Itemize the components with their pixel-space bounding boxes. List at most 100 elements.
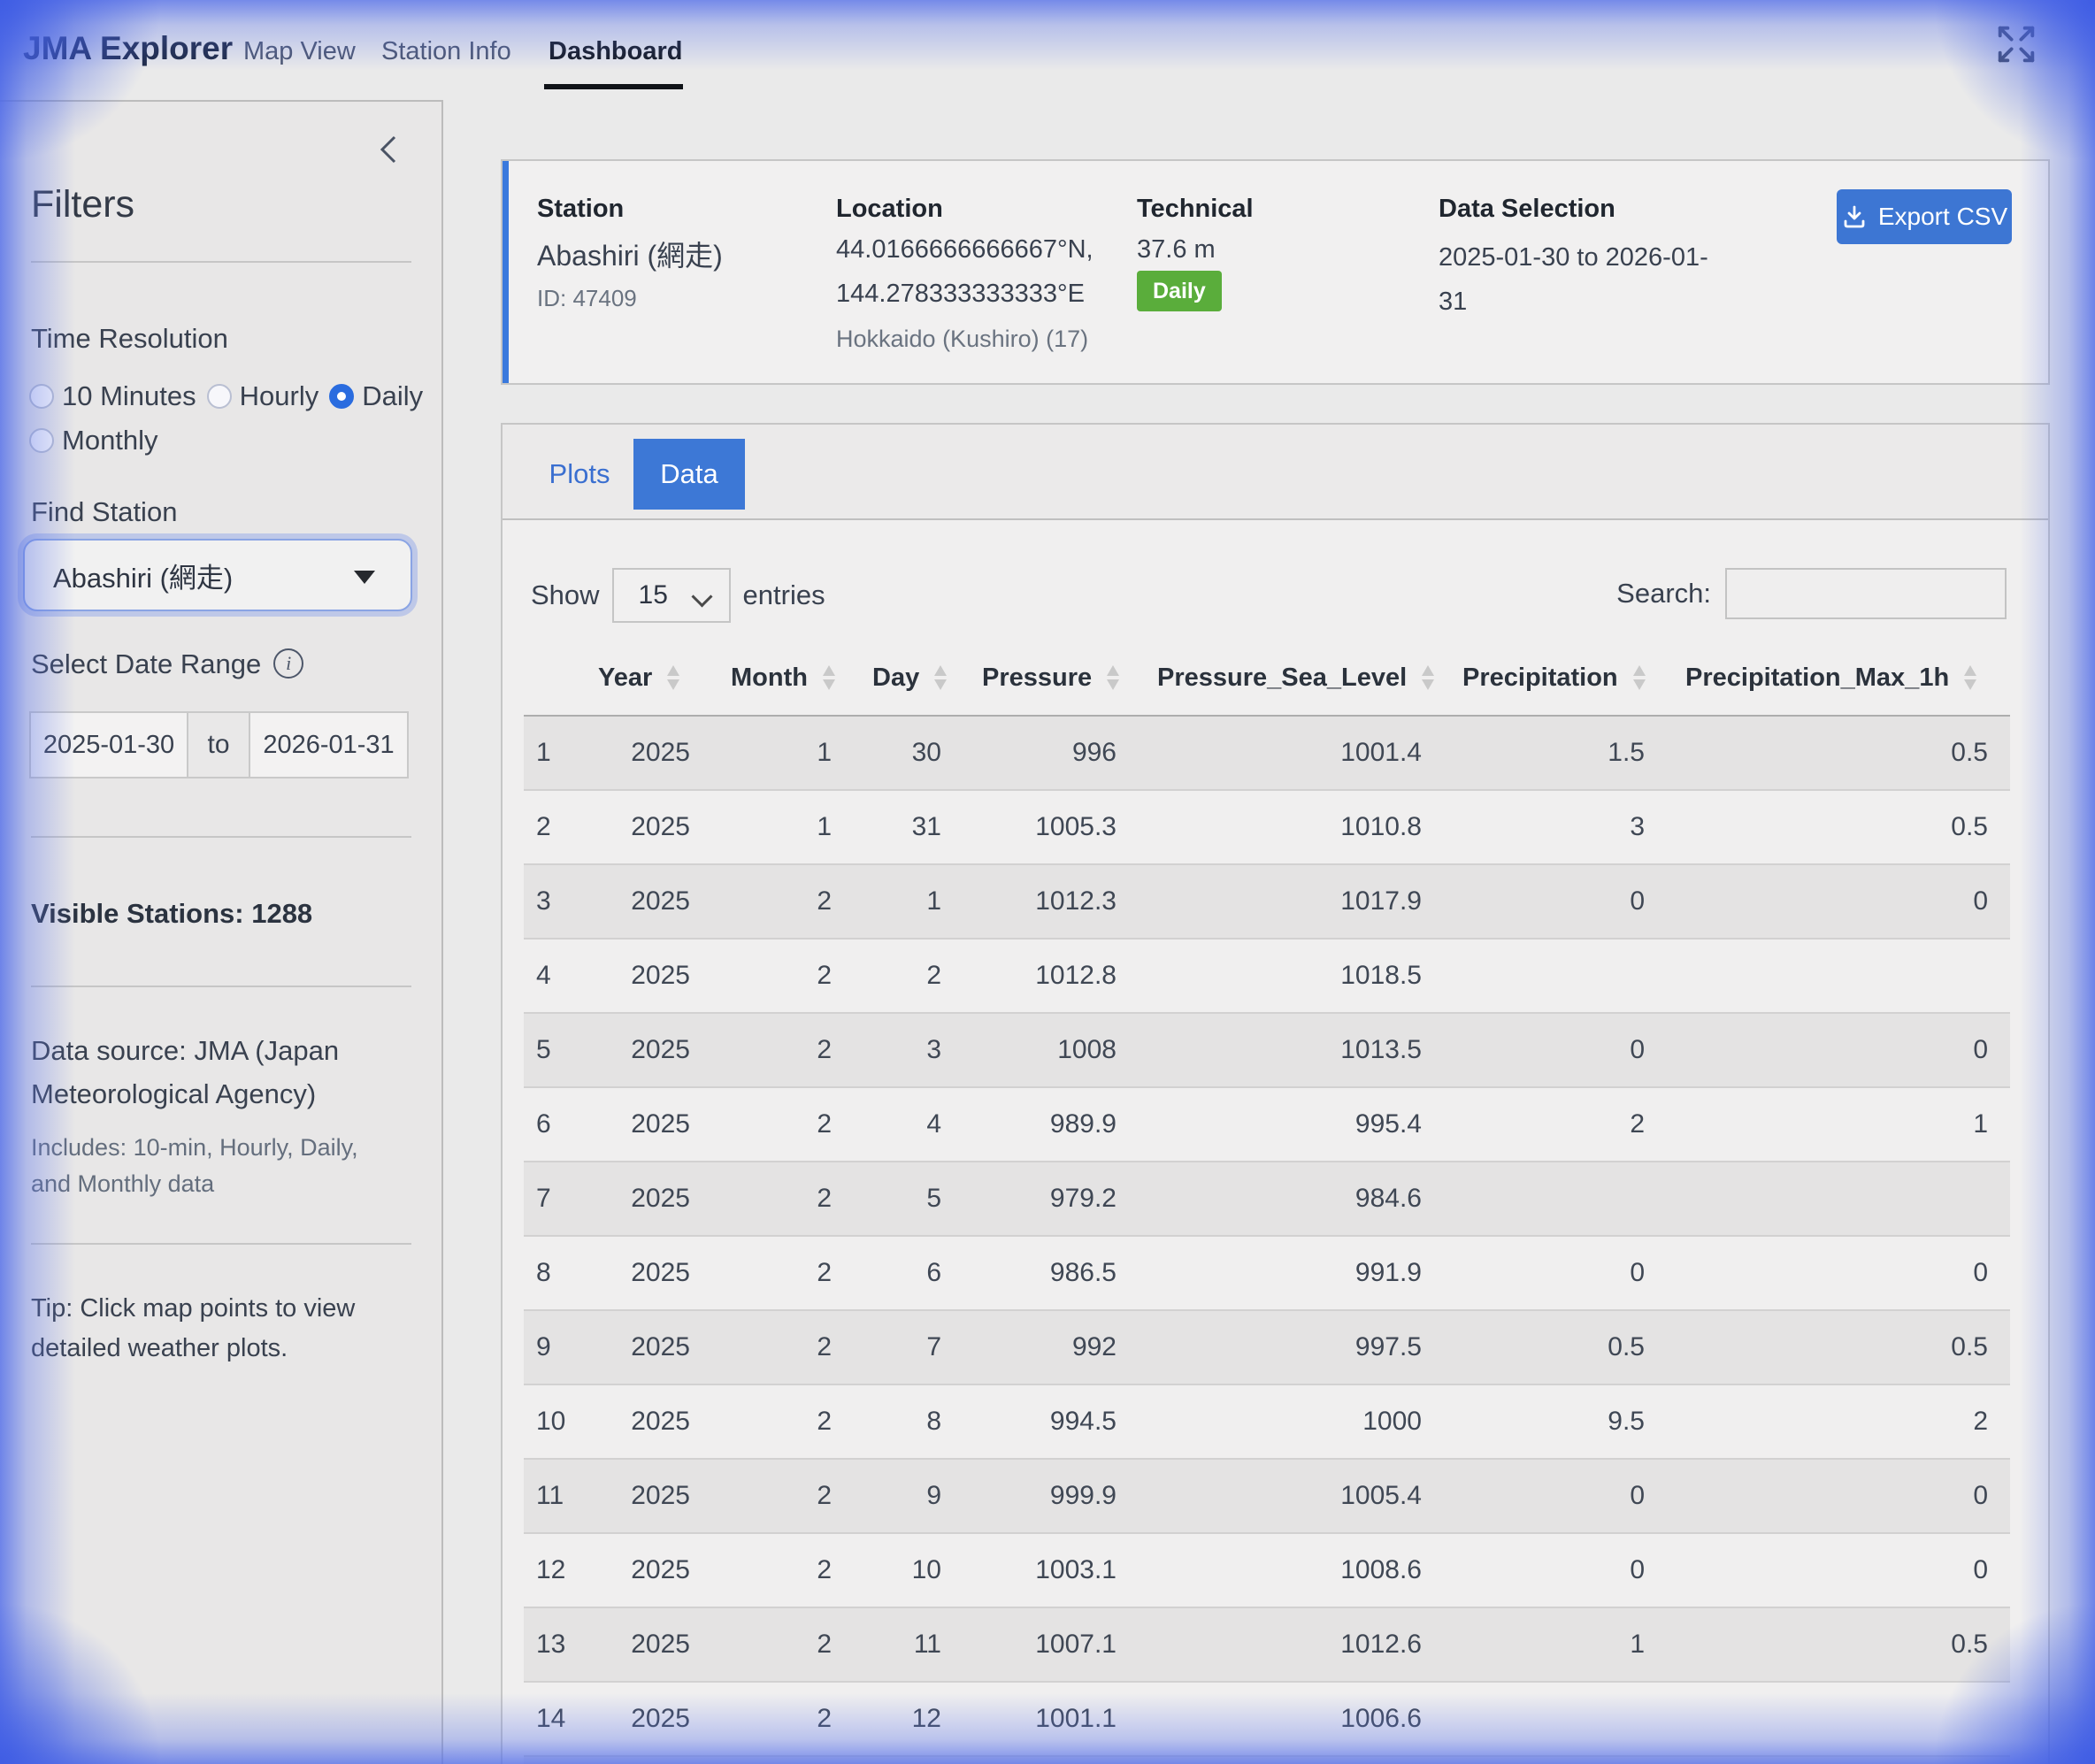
sort-icon — [1421, 663, 1435, 693]
info-icon[interactable]: i — [273, 648, 303, 679]
chevron-down-icon — [691, 586, 712, 607]
data-cell: 2 — [711, 1162, 853, 1236]
data-cell: 989.9 — [963, 1087, 1138, 1162]
data-cell-clipped — [2009, 790, 2010, 864]
data-cell: 2025 — [579, 1087, 711, 1162]
data-cell: 992 — [963, 1310, 1138, 1384]
tip-text: Tip: Click map points to view detailed w… — [31, 1289, 358, 1369]
data-cell: 979.2 — [963, 1162, 1138, 1236]
table-body: 120251309961001.41.50.5220251311005.3101… — [524, 716, 2010, 1764]
divider — [31, 261, 411, 263]
col-header-month[interactable]: Month — [711, 640, 853, 716]
col-header-clipped[interactable]: P — [2009, 640, 2010, 716]
col-header-pressure[interactable]: Pressure — [963, 640, 1138, 716]
col-header-year[interactable]: Year — [579, 640, 711, 716]
data-cell: 2025 — [579, 1533, 711, 1607]
col-header-precipitation[interactable]: Precipitation — [1443, 640, 1666, 716]
col-header-pressure-sea-level[interactable]: Pressure_Sea_Level — [1138, 640, 1443, 716]
data-cell — [1666, 1682, 2009, 1756]
fullscreen-icon[interactable] — [1991, 19, 2041, 69]
data-source-note: Includes: 10-min, Hourly, Daily, and Mon… — [31, 1130, 376, 1202]
data-cell: 2 — [711, 939, 853, 1013]
table-row: 10202528994.510009.52 — [524, 1384, 2010, 1459]
nav-link-dashboard[interactable]: Dashboard — [549, 37, 682, 66]
data-cell-clipped — [2009, 716, 2010, 790]
data-cell — [1443, 1682, 1666, 1756]
filters-sidebar: Filters Time Resolution 10 Minutes Hourl… — [0, 100, 443, 1764]
data-table: Year Month Day Pressure Pressure_Sea_Lev… — [524, 640, 2010, 1764]
data-cell: 997.5 — [1138, 1310, 1443, 1384]
table-row: 1320252111007.11012.610.5 — [524, 1607, 2010, 1682]
data-cell: 0 — [1443, 1459, 1666, 1533]
app-root: JMA Explorer Map View Station Info Dashb… — [0, 0, 2095, 1764]
data-cell: 11 — [853, 1607, 963, 1682]
data-cell: 3 — [853, 1013, 963, 1087]
radio-10-minutes[interactable]: 10 Minutes — [29, 380, 196, 412]
tab-plots[interactable]: Plots — [526, 439, 633, 510]
table-row: 42025221012.81018.5 — [524, 939, 2010, 1013]
data-cell: 2025 — [579, 939, 711, 1013]
technical-label: Technical — [1137, 195, 1254, 224]
radio-daily[interactable]: Daily — [329, 380, 423, 412]
row-index-cell: 12 — [524, 1533, 579, 1607]
data-selection-label: Data Selection — [1439, 195, 1615, 224]
nav-link-station-info[interactable]: Station Info — [381, 37, 511, 66]
app-title: JMA Explorer — [23, 30, 233, 67]
col-header-precipitation-max-1h[interactable]: Precipitation_Max_1h — [1666, 640, 2009, 716]
page-length-select[interactable]: 15 — [612, 568, 731, 623]
row-index-cell: 9 — [524, 1310, 579, 1384]
row-index-cell: 14 — [524, 1682, 579, 1756]
data-cell: 2 — [711, 1013, 853, 1087]
export-csv-button[interactable]: Export CSV — [1837, 189, 2012, 244]
data-cell: 0.5 — [1666, 716, 2009, 790]
radio-circle-icon — [329, 384, 354, 409]
data-cell: 7 — [853, 1310, 963, 1384]
data-cell: 2 — [711, 1384, 853, 1459]
data-cell: 0 — [1443, 1236, 1666, 1310]
data-cell: 1.5 — [1443, 716, 1666, 790]
radio-circle-icon — [29, 428, 54, 453]
table-row: 152025213991.3996.70.50.5 — [524, 1756, 2010, 1764]
row-index-cell: 6 — [524, 1087, 579, 1162]
data-cell: 2025 — [579, 864, 711, 939]
data-cell: 12 — [853, 1682, 963, 1756]
data-cell: 1012.3 — [963, 864, 1138, 939]
search-input[interactable] — [1725, 568, 2007, 619]
location-lat: 44.0166666666667°N, — [836, 235, 1094, 265]
tab-data[interactable]: Data — [633, 439, 745, 510]
sidebar-title: Filters — [31, 183, 134, 226]
data-cell: 0.5 — [1666, 1607, 2009, 1682]
data-cell: 1018.5 — [1138, 939, 1443, 1013]
radio-hourly[interactable]: Hourly — [207, 380, 319, 412]
data-cell: 0.5 — [1443, 1310, 1666, 1384]
data-cell: 2 — [711, 1087, 853, 1162]
station-dropdown[interactable]: Abashiri (網走) — [23, 539, 412, 611]
data-cell — [1666, 939, 2009, 1013]
sidebar-collapse-icon[interactable] — [372, 130, 407, 169]
data-cell-clipped — [2009, 939, 2010, 1013]
data-cell: 1001.4 — [1138, 716, 1443, 790]
data-cell-clipped — [2009, 1236, 2010, 1310]
row-index-cell: 15 — [524, 1756, 579, 1764]
col-header-day[interactable]: Day — [853, 640, 963, 716]
card-accent-bar — [503, 161, 509, 383]
export-csv-label: Export CSV — [1878, 203, 2007, 231]
data-cell: 2025 — [579, 716, 711, 790]
sort-icon — [822, 663, 836, 693]
data-cell: 2 — [711, 1533, 853, 1607]
location-lon: 144.278333333333°E — [836, 280, 1085, 309]
data-cell-clipped — [2009, 1310, 2010, 1384]
nav-link-map-view[interactable]: Map View — [243, 37, 356, 66]
date-end-input[interactable]: 2026-01-31 — [249, 711, 409, 778]
chevron-down-icon — [354, 571, 375, 584]
time-resolution-label: Time Resolution — [31, 323, 228, 355]
data-cell: 13 — [853, 1756, 963, 1764]
data-cell-clipped — [2009, 1682, 2010, 1756]
date-range-label: Select Date Rangei — [31, 648, 303, 680]
date-start-input[interactable]: 2025-01-30 — [29, 711, 188, 778]
sort-icon — [933, 663, 948, 693]
data-cell: 1006.6 — [1138, 1682, 1443, 1756]
station-elevation: 37.6 m — [1137, 235, 1216, 265]
radio-monthly[interactable]: Monthly — [29, 425, 158, 456]
table-row: 520252310081013.500 — [524, 1013, 2010, 1087]
